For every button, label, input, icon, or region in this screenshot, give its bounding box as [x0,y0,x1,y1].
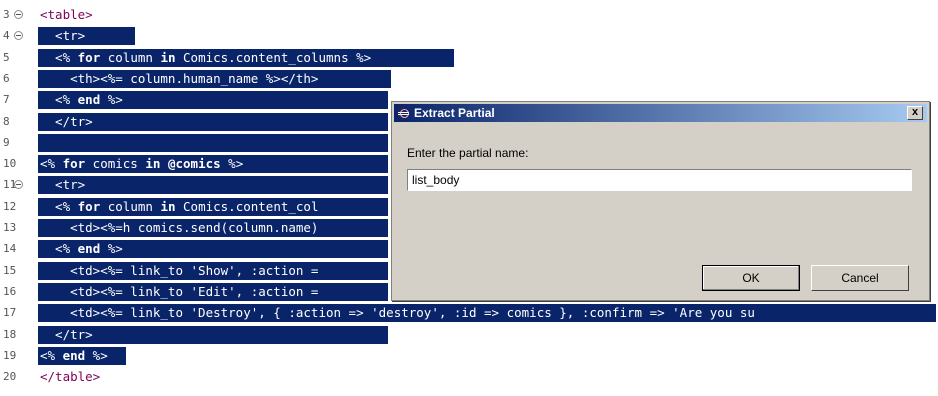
code-line[interactable]: 4 <tr> [0,27,938,46]
line-number: 15 [0,261,26,280]
selection-highlight [38,133,388,152]
code-line[interactable]: 17 <td><%= link_to 'Destroy', { :action … [0,304,938,323]
code-text: <td><%= link_to 'Destroy', { :action => … [40,305,755,321]
code-text: <td><%=h comics.send(column.name) [40,220,319,235]
line-number: 10 [0,155,26,174]
ok-button[interactable]: OK [702,265,800,291]
line-number: 12 [0,197,26,216]
code-text: <table> [40,7,93,22]
line-number: 20 [0,368,26,387]
code-text: <% for comics in @comics %> [40,156,244,172]
line-number: 9 [0,133,26,152]
code-text: </table> [40,369,101,385]
line-number: 16 [0,282,26,301]
code-line[interactable]: 3 <table> [0,6,938,24]
code-text: <th><%= column.human_name %></th> [40,70,319,86]
code-text: </tr> [40,113,93,129]
code-line[interactable]: 19 <% end %> [0,346,938,365]
dialog-titlebar[interactable]: Extract Partial x [394,104,927,122]
extract-partial-dialog: Extract Partial x Enter the partial name… [391,101,930,301]
selection-highlight [38,176,388,195]
line-number: 17 [0,304,26,323]
line-number: 19 [0,346,26,365]
dialog-title: Extract Partial [414,106,495,120]
line-number: 6 [0,69,26,88]
partial-name-label: Enter the partial name: [407,146,529,160]
line-number: 8 [0,112,26,131]
line-number: 7 [0,91,26,110]
fold-toggle-icon[interactable] [14,10,23,19]
partial-name-input[interactable] [407,169,912,191]
code-line[interactable]: 18 </tr> [0,325,938,344]
eclipse-icon [397,107,410,120]
code-text: <tr> [40,28,86,44]
line-number: 5 [0,48,26,67]
code-text: <% end %> [40,241,123,257]
code-text: <tr> [40,177,86,193]
code-text: <td><%= link_to 'Edit', :action = [40,283,319,299]
code-line[interactable]: 6 <th><%= column.human_name %></th> [0,69,938,88]
code-text: </tr> [40,326,93,342]
code-text: <% end %> [40,347,108,363]
cancel-button[interactable]: Cancel [811,265,909,291]
code-text: <td><%= link_to 'Show', :action = [40,262,319,278]
code-text: <% end %> [40,92,123,108]
close-button[interactable]: x [907,106,923,120]
line-number: 13 [0,219,26,237]
code-text: <% for column in Comics.content_columns … [40,49,372,65]
code-line[interactable]: 20 </table> [0,368,938,387]
code-line[interactable]: 5 <% for column in Comics.content_column… [0,48,938,67]
code-text: <% for column in Comics.content_col [40,198,319,214]
line-number: 18 [0,325,26,344]
line-number: 14 [0,240,26,259]
